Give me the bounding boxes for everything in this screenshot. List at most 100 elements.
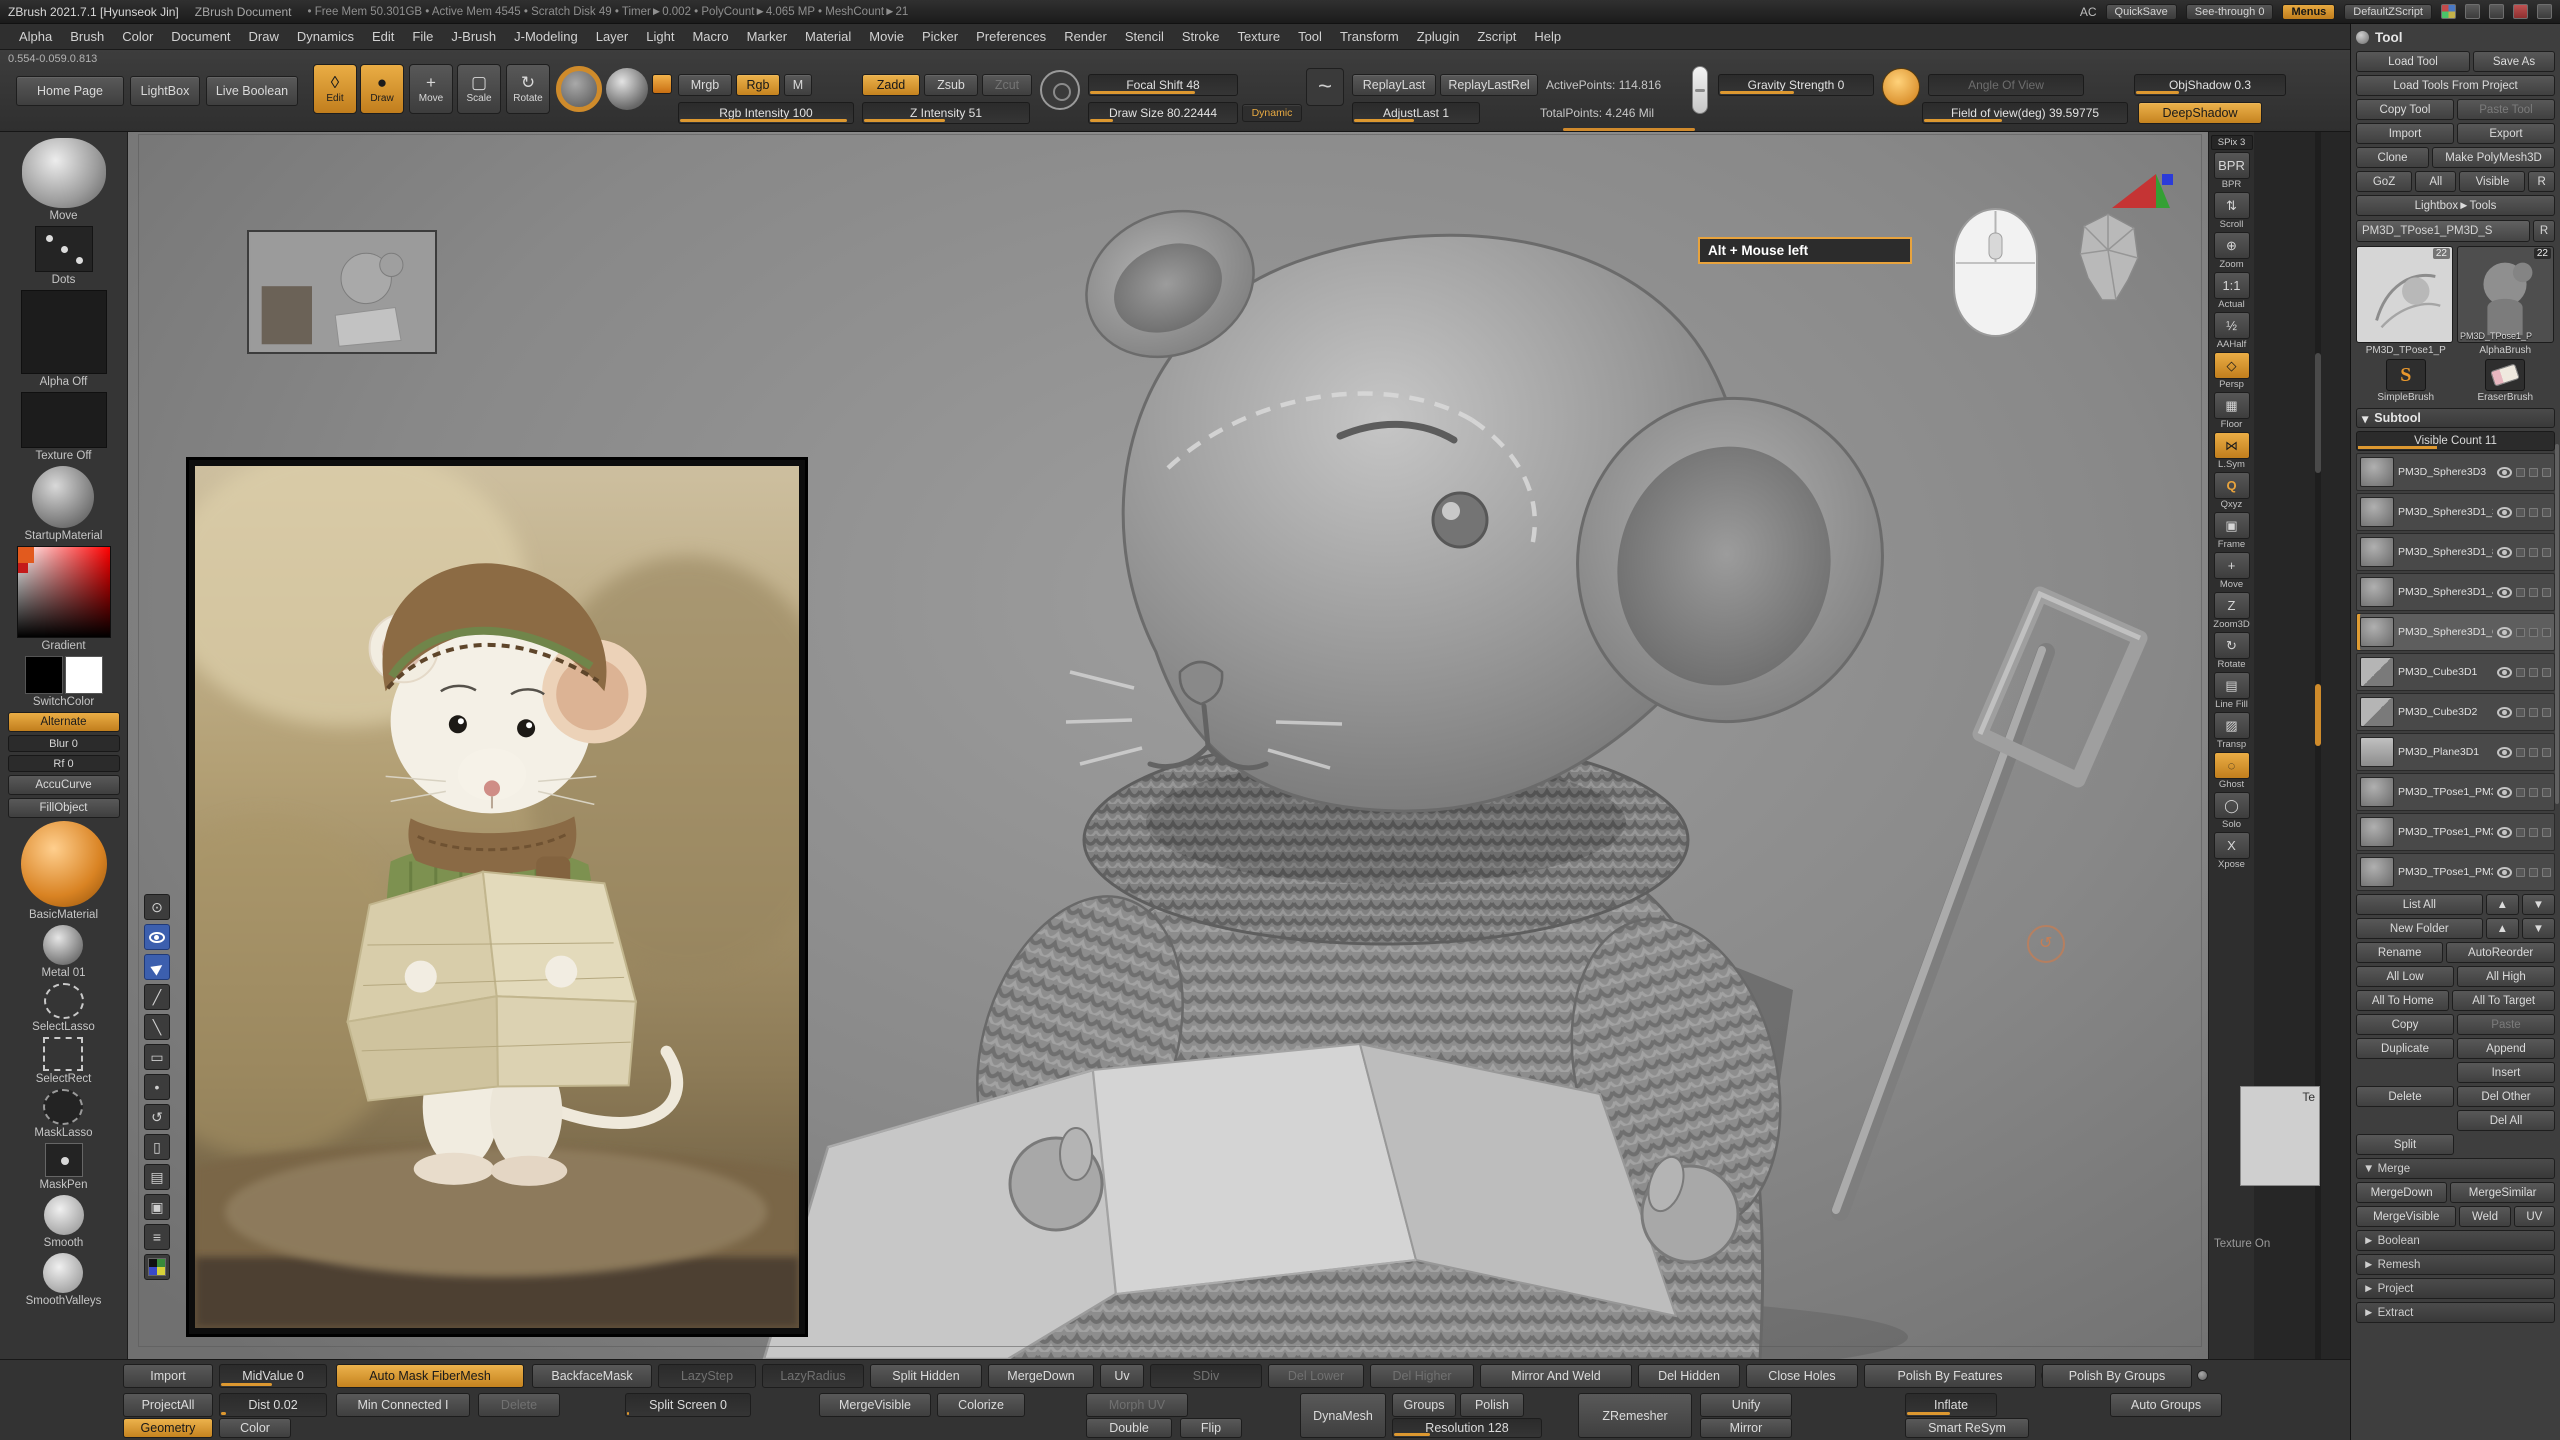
angle-of-view-slider[interactable]: Angle Of View (1928, 74, 2084, 96)
lazyradius-button[interactable]: LazyRadius (762, 1364, 864, 1388)
menu-preferences[interactable]: Preferences (967, 29, 1055, 44)
tp-item[interactable]: ▲ (2486, 894, 2519, 915)
visibility-eye-icon[interactable] (2497, 867, 2512, 878)
subtool-item-pm3d-tpose1-pm3d-sphere3[interactable]: PM3D_TPose1_PM3D_Sphere3 (2356, 813, 2555, 851)
double-button[interactable]: Double (1086, 1418, 1172, 1438)
split-hidden-button[interactable]: Split Hidden (870, 1364, 982, 1388)
gravity-strength-slider[interactable]: Gravity Strength 0 (1718, 74, 1874, 96)
left-shelf-item-accucurve[interactable]: AccuCurve (8, 775, 120, 795)
menu-alpha[interactable]: Alpha (10, 29, 61, 44)
tp-insert[interactable]: Insert (2457, 1062, 2555, 1083)
move-icon[interactable] (22, 138, 106, 208)
alpha-off-icon[interactable] (21, 290, 107, 374)
visibility-eye-icon[interactable] (2497, 467, 2512, 478)
mergevisible-button[interactable]: MergeVisible (819, 1393, 931, 1417)
subtool-toggle-icon[interactable] (2516, 548, 2525, 557)
polish-by-features-button[interactable]: Polish By Features (1864, 1364, 2036, 1388)
flip-button[interactable]: Flip (1180, 1418, 1242, 1438)
subtool-toggle-icon[interactable] (2542, 588, 2551, 597)
left-shelf-item-selectlasso[interactable]: SelectLasso (32, 983, 95, 1034)
subtool-toggle-icon[interactable] (2529, 828, 2538, 837)
replay-last-rel-button[interactable]: ReplayLastRel (1440, 74, 1538, 96)
backfacemask-button[interactable]: BackfaceMask (532, 1364, 652, 1388)
left-shelf-item-alpha-off[interactable]: Alpha Off (21, 290, 107, 389)
menu-dynamics[interactable]: Dynamics (288, 29, 363, 44)
subtool-toggle-icon[interactable] (2542, 828, 2551, 837)
field-of-view-slider[interactable]: Field of view(deg) 39.59775 (1922, 102, 2128, 124)
subtool-item-pm3d-tpose1-pm3d-sphere3[interactable]: PM3D_TPose1_PM3D_Sphere3 (2356, 853, 2555, 891)
dots-icon[interactable] (35, 226, 93, 272)
document-thumbnail[interactable] (247, 230, 437, 354)
projectall-button[interactable]: ProjectAll (123, 1393, 213, 1417)
subtool-toggle-icon[interactable] (2542, 628, 2551, 637)
pencil-icon[interactable]: ╱ (144, 984, 170, 1010)
undo-icon[interactable]: ↺ (144, 1104, 170, 1130)
menu-document[interactable]: Document (162, 29, 239, 44)
subtool-toggle-icon[interactable] (2542, 788, 2551, 797)
subtool-toggle-icon[interactable] (2529, 788, 2538, 797)
subtool-toggle-icon[interactable] (2516, 468, 2525, 477)
edit-mode-button[interactable]: ◊Edit (313, 64, 357, 114)
layout-icon[interactable] (2465, 4, 2480, 19)
scale-mode-button[interactable]: ▢Scale (457, 64, 501, 114)
tp-load-tools-from-project[interactable]: Load Tools From Project (2356, 75, 2555, 96)
record-icon[interactable] (2513, 4, 2528, 19)
mirror-and-weld-button[interactable]: Mirror And Weld (1480, 1364, 1632, 1388)
tp-all-to-home[interactable]: All To Home (2356, 990, 2449, 1011)
texture-preview-box[interactable]: Te (2240, 1086, 2320, 1186)
focal-shift-icon[interactable] (1040, 70, 1080, 110)
zremesher-button[interactable]: ZRemesher (1578, 1393, 1692, 1438)
floor-button[interactable]: ▦Floor (2214, 392, 2250, 430)
stroke-icon[interactable]: ~ (1306, 68, 1344, 106)
visibility-eye-icon[interactable] (2497, 827, 2512, 838)
menu-edit[interactable]: Edit (363, 29, 403, 44)
tp-paste[interactable]: Paste (2457, 1014, 2555, 1035)
zadd-button[interactable]: Zadd (862, 74, 920, 96)
inflate-button[interactable]: Inflate (1905, 1393, 1997, 1417)
tp-new-folder[interactable]: New Folder (2356, 918, 2483, 939)
menu-stroke[interactable]: Stroke (1173, 29, 1229, 44)
rotate-button[interactable]: ↻Rotate (2214, 632, 2250, 670)
subtool-toggle-icon[interactable] (2529, 748, 2538, 757)
dynamic-toggle[interactable]: Dynamic (1242, 104, 1302, 122)
tp-all-to-target[interactable]: All To Target (2452, 990, 2555, 1011)
see-through-slider[interactable]: See-through 0 (2186, 4, 2274, 20)
subtool-item-pm3d-sphere3d3[interactable]: PM3D_Sphere3D3 (2356, 453, 2555, 491)
grid-icon[interactable] (2489, 4, 2504, 19)
zoom-button[interactable]: ⊕Zoom (2214, 232, 2250, 270)
left-shelf-item-smooth[interactable]: Smooth (44, 1195, 84, 1250)
tp-del-other[interactable]: Del Other (2457, 1086, 2555, 1107)
subtool-toggle-icon[interactable] (2542, 508, 2551, 517)
tp-split[interactable]: Split (2356, 1134, 2454, 1155)
subtool-toggle-icon[interactable] (2542, 668, 2551, 677)
delete-button[interactable]: Delete (478, 1393, 560, 1417)
persp-button[interactable]: ◇Persp (2214, 352, 2250, 390)
subtool-item-pm3d-sphere3d1-6[interactable]: PM3D_Sphere3D1_6 (2356, 613, 2555, 651)
menu-light[interactable]: Light (637, 29, 683, 44)
tp-item[interactable]: ▼ (2522, 918, 2555, 939)
window-icon[interactable] (2537, 4, 2552, 19)
move-button[interactable]: +Move (2214, 552, 2250, 590)
l-sym-button[interactable]: ⋈L.Sym (2214, 432, 2250, 470)
menu-texture[interactable]: Texture (1228, 29, 1289, 44)
subtool-toggle-icon[interactable] (2542, 468, 2551, 477)
tp-save-as[interactable]: Save As (2473, 51, 2555, 72)
selectlasso-icon[interactable] (44, 983, 84, 1019)
tp-import[interactable]: Import (2356, 123, 2454, 144)
menu-render[interactable]: Render (1055, 29, 1116, 44)
subtool-item-pm3d-sphere3d1-8[interactable]: PM3D_Sphere3D1_8 (2356, 533, 2555, 571)
tp-copy-tool[interactable]: Copy Tool (2356, 99, 2454, 120)
left-shelf-item-move[interactable]: Move (22, 138, 106, 223)
mirror-button[interactable]: Mirror (1700, 1418, 1792, 1438)
subtool-toggle-icon[interactable] (2516, 828, 2525, 837)
xpose-button[interactable]: XXpose (2214, 832, 2250, 870)
subtool-toggle-icon[interactable] (2529, 868, 2538, 877)
light-icon[interactable] (1882, 68, 1920, 106)
visibility-eye-icon[interactable] (2497, 707, 2512, 718)
line-fill-button[interactable]: ▤Line Fill (2214, 672, 2250, 710)
left-shelf-item-smoothvalleys[interactable]: SmoothValleys (26, 1253, 102, 1308)
current-tool-name[interactable]: PM3D_TPose1_PM3D_S (2356, 220, 2530, 242)
rotate-mode-button[interactable]: ↻Rotate (506, 64, 550, 114)
tp-project[interactable]: ► Project (2356, 1278, 2555, 1299)
metal-01-icon[interactable] (43, 925, 83, 965)
